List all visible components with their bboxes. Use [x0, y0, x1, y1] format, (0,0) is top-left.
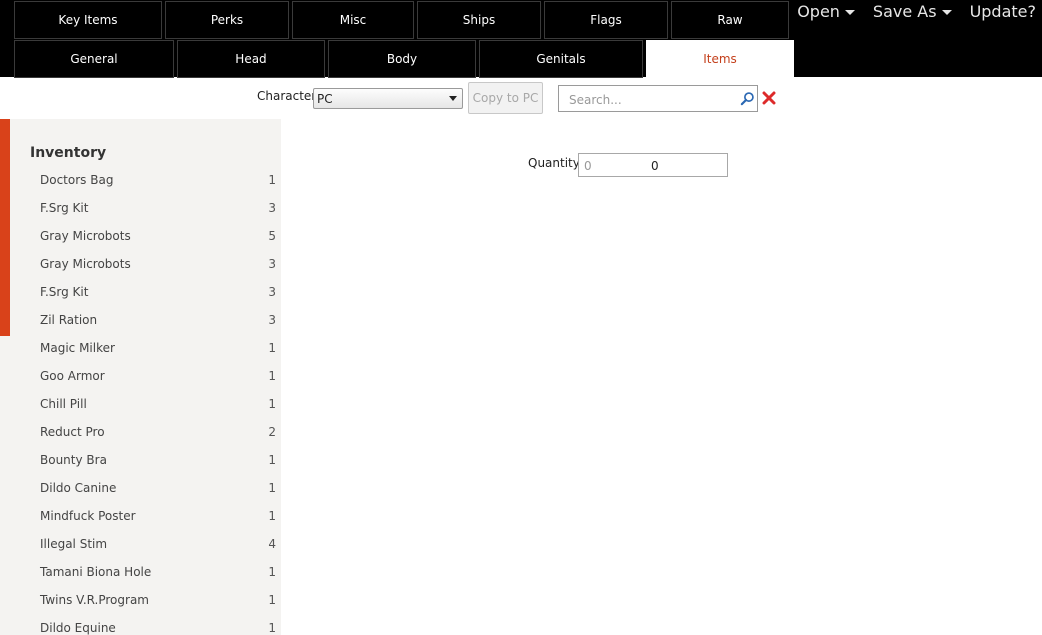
tab-genitals[interactable]: Genitals [479, 40, 643, 78]
item-count: 1 [268, 397, 276, 411]
tab-body[interactable]: Body [328, 40, 476, 78]
item-name: Reduct Pro [40, 425, 105, 439]
list-item[interactable]: Magic Milker 1 [0, 334, 281, 362]
list-item[interactable]: Bounty Bra 1 [0, 446, 281, 474]
item-name: F.Srg Kit [40, 285, 89, 299]
tab-key-items[interactable]: Key Items [14, 1, 162, 39]
update-link-label: Update? [969, 2, 1036, 21]
list-item[interactable]: Illegal Stim 4 [0, 530, 281, 558]
item-name: Chill Pill [40, 397, 87, 411]
save-as-menu[interactable]: Save As [873, 2, 952, 21]
search-icon[interactable] [740, 91, 755, 106]
tab-raw[interactable]: Raw [671, 1, 789, 39]
item-count: 1 [268, 565, 276, 579]
character-select-value: PC [317, 91, 333, 106]
caret-down-icon [941, 10, 952, 15]
tab-row-secondary: General Head Body Genitals Items [14, 40, 797, 78]
item-count: 3 [268, 257, 276, 271]
item-name: Gray Microbots [40, 229, 131, 243]
item-name: Magic Milker [40, 341, 115, 355]
top-navigation-bar: Key Items Perks Misc Ships Flags Raw Gen… [0, 0, 1042, 78]
item-name: Dildo Canine [40, 481, 117, 495]
tab-ships[interactable]: Ships [417, 1, 541, 39]
update-link[interactable]: Update? [970, 2, 1036, 21]
quantity-min: 0 [584, 159, 592, 173]
tab-items[interactable]: Items [646, 40, 794, 77]
open-menu-label: Open [797, 2, 840, 21]
item-count: 4 [268, 537, 276, 551]
item-name: Bounty Bra [40, 453, 107, 467]
list-item[interactable]: Reduct Pro 2 [0, 418, 281, 446]
item-count: 1 [268, 509, 276, 523]
list-item[interactable]: Twins V.R.Program 1 [0, 586, 281, 614]
tab-general[interactable]: General [14, 40, 174, 78]
tab-row-primary: Key Items Perks Misc Ships Flags Raw [14, 1, 792, 39]
item-name: Zil Ration [40, 313, 98, 327]
item-count: 5 [268, 229, 276, 243]
item-count: 3 [268, 201, 276, 215]
item-count: 1 [268, 369, 276, 383]
list-item[interactable]: F.Srg Kit 3 [0, 194, 281, 222]
dropdown-arrow-icon [449, 96, 457, 101]
item-name: F.Srg Kit [40, 201, 89, 215]
list-item[interactable]: Gray Microbots 5 [0, 222, 281, 250]
item-name: Mindfuck Poster [40, 509, 136, 523]
clear-search-icon[interactable] [762, 91, 776, 105]
list-item[interactable]: Goo Armor 1 [0, 362, 281, 390]
item-count: 3 [268, 285, 276, 299]
item-name: Goo Armor [40, 369, 105, 383]
tab-misc[interactable]: Misc [292, 1, 414, 39]
character-label: Character [257, 89, 317, 103]
inventory-list: Doctors Bag 1 F.Srg Kit 3 Gray Microbots 5 Gra… [0, 166, 281, 635]
item-count: 1 [268, 593, 276, 607]
inventory-sidebar: Inventory Doctors Bag 1 F.Srg Kit 3 Gray Mic… [0, 119, 281, 635]
file-menu: Open Save As Update? [797, 2, 1036, 21]
item-count: 1 [268, 481, 276, 495]
search-box [558, 85, 758, 112]
list-item[interactable]: Chill Pill 1 [0, 390, 281, 418]
item-count: 1 [268, 341, 276, 355]
item-name: Dildo Equine [40, 621, 116, 635]
item-count: 1 [268, 621, 276, 635]
item-count: 1 [268, 173, 276, 187]
item-name: Gray Microbots [40, 257, 131, 271]
character-select[interactable]: PC [313, 88, 463, 109]
list-item[interactable]: Doctors Bag 1 [0, 166, 281, 194]
search-input[interactable] [567, 87, 739, 112]
quantity-label: Quantity [528, 156, 580, 170]
list-item[interactable]: Zil Ration 3 [0, 306, 281, 334]
item-count: 1 [268, 453, 276, 467]
inventory-heading: Inventory [30, 145, 107, 161]
save-as-menu-label: Save As [872, 2, 937, 21]
item-name: Twins V.R.Program [40, 593, 149, 607]
caret-down-icon [844, 10, 855, 15]
copy-to-pc-button[interactable]: Copy to PC [468, 82, 543, 114]
editor-window: Key Items Perks Misc Ships Flags Raw Gen… [0, 0, 1042, 635]
item-name: Tamani Biona Hole [40, 565, 152, 579]
item-count: 3 [268, 313, 276, 327]
quantity-field[interactable]: 0 0 [578, 153, 728, 177]
tab-perks[interactable]: Perks [165, 1, 289, 39]
open-menu[interactable]: Open [797, 2, 855, 21]
list-item[interactable]: Gray Microbots 3 [0, 250, 281, 278]
list-item[interactable]: Mindfuck Poster 1 [0, 502, 281, 530]
item-name: Illegal Stim [40, 537, 108, 551]
item-count: 2 [268, 425, 276, 439]
list-item[interactable]: Tamani Biona Hole 1 [0, 558, 281, 586]
item-name: Doctors Bag [40, 173, 114, 187]
list-item[interactable]: Dildo Canine 1 [0, 474, 281, 502]
tab-head[interactable]: Head [177, 40, 325, 78]
quantity-value: 0 [651, 159, 659, 173]
tab-flags[interactable]: Flags [544, 1, 668, 39]
list-item[interactable]: Dildo Equine 1 [0, 614, 281, 635]
list-item[interactable]: F.Srg Kit 3 [0, 278, 281, 306]
